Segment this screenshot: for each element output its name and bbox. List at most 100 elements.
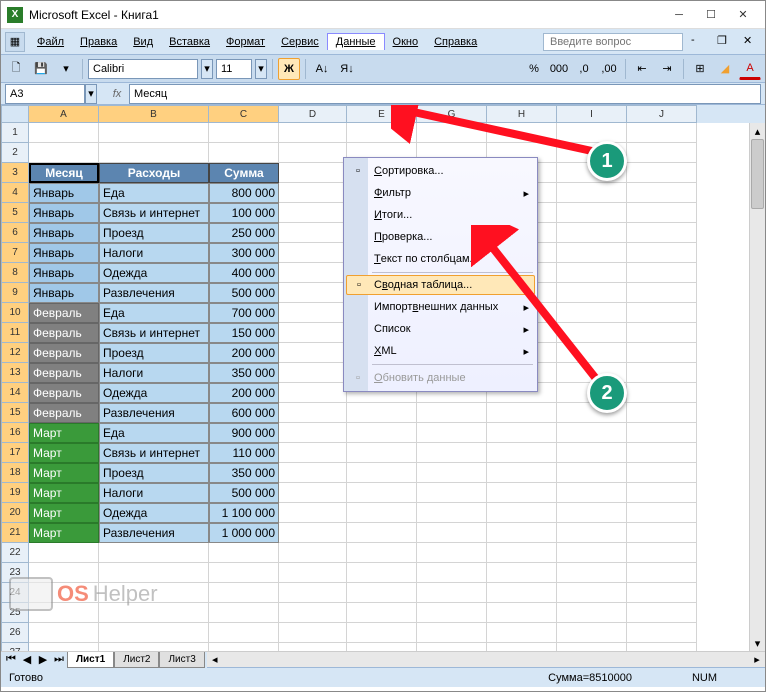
- cell[interactable]: [347, 643, 417, 651]
- cell-month[interactable]: Март: [29, 483, 99, 503]
- cell[interactable]: [627, 583, 697, 603]
- borders-icon[interactable]: ⊞: [689, 58, 711, 80]
- header-month[interactable]: Месяц: [29, 163, 99, 183]
- row-header-9[interactable]: 9: [1, 283, 29, 303]
- row-header-6[interactable]: 6: [1, 223, 29, 243]
- scroll-left-icon[interactable]: ◂: [207, 653, 223, 667]
- cell[interactable]: [417, 483, 487, 503]
- cell[interactable]: [417, 563, 487, 583]
- column-header-I[interactable]: I: [557, 105, 627, 123]
- row-header-13[interactable]: 13: [1, 363, 29, 383]
- menu-format[interactable]: Формат: [218, 34, 273, 50]
- column-header-J[interactable]: J: [627, 105, 697, 123]
- scroll-down-icon[interactable]: ▾: [750, 635, 765, 651]
- cell-month[interactable]: Январь: [29, 203, 99, 223]
- decrease-decimal-icon[interactable]: ,0: [573, 58, 595, 80]
- cell[interactable]: [487, 123, 557, 143]
- font-name-selector[interactable]: Calibri: [88, 59, 198, 79]
- column-header-C[interactable]: C: [209, 105, 279, 123]
- cell[interactable]: [487, 523, 557, 543]
- cell-sum[interactable]: 800 000: [209, 183, 279, 203]
- cell-expense[interactable]: Проезд: [99, 463, 209, 483]
- increase-indent-icon[interactable]: ⇥: [656, 58, 678, 80]
- cell[interactable]: [347, 523, 417, 543]
- row-header-5[interactable]: 5: [1, 203, 29, 223]
- menu-item--[interactable]: Фильтр▸: [346, 182, 535, 204]
- cell-sum[interactable]: 600 000: [209, 403, 279, 423]
- cell[interactable]: [557, 123, 627, 143]
- cell-month[interactable]: Январь: [29, 283, 99, 303]
- cell-expense[interactable]: Одежда: [99, 263, 209, 283]
- cell-sum[interactable]: 300 000: [209, 243, 279, 263]
- cell-expense[interactable]: Связь и интернет: [99, 203, 209, 223]
- cell[interactable]: [627, 143, 697, 163]
- first-sheet-icon[interactable]: ⏮: [3, 653, 19, 667]
- header-sum[interactable]: Сумма: [209, 163, 279, 183]
- save-icon[interactable]: 💾: [30, 58, 52, 80]
- menu-item--[interactable]: Список▸: [346, 318, 535, 340]
- cell[interactable]: [627, 163, 697, 183]
- cell[interactable]: [347, 403, 417, 423]
- cell[interactable]: [557, 603, 627, 623]
- cell[interactable]: [279, 623, 347, 643]
- cell[interactable]: [487, 603, 557, 623]
- cell-month[interactable]: Март: [29, 463, 99, 483]
- cell[interactable]: [347, 563, 417, 583]
- menu-item--[interactable]: ▫Сводная таблица...: [346, 275, 535, 295]
- menu-tools[interactable]: Сервис: [273, 34, 327, 50]
- cell[interactable]: [99, 643, 209, 651]
- cell[interactable]: [627, 303, 697, 323]
- cell[interactable]: [487, 463, 557, 483]
- cell[interactable]: [279, 323, 347, 343]
- cell[interactable]: [557, 483, 627, 503]
- cell-sum[interactable]: 200 000: [209, 343, 279, 363]
- sheet-tab-3[interactable]: Лист3: [159, 652, 204, 668]
- cell-expense[interactable]: Одежда: [99, 383, 209, 403]
- cell[interactable]: [279, 263, 347, 283]
- cell-sum[interactable]: 350 000: [209, 363, 279, 383]
- cell[interactable]: [627, 363, 697, 383]
- cell-month[interactable]: Февраль: [29, 363, 99, 383]
- scroll-thumb[interactable]: [751, 139, 764, 209]
- cell[interactable]: [557, 523, 627, 543]
- sheet-tab-2[interactable]: Лист2: [114, 652, 159, 668]
- cell-expense[interactable]: Связь и интернет: [99, 323, 209, 343]
- cell[interactable]: [347, 543, 417, 563]
- cell-month[interactable]: Март: [29, 423, 99, 443]
- new-doc-icon[interactable]: 🗋: [5, 58, 27, 80]
- menu-insert[interactable]: Вставка: [161, 34, 218, 50]
- doc-restore-button[interactable]: ❐: [717, 34, 735, 50]
- horizontal-scrollbar[interactable]: [323, 653, 749, 667]
- menu-view[interactable]: Вид: [125, 34, 161, 50]
- cell[interactable]: [209, 603, 279, 623]
- menu-edit[interactable]: Правка: [72, 34, 125, 50]
- menu-item--[interactable]: Проверка...: [346, 226, 535, 248]
- cell[interactable]: [627, 503, 697, 523]
- cell[interactable]: [417, 603, 487, 623]
- cell[interactable]: [347, 483, 417, 503]
- cell-sum[interactable]: 350 000: [209, 463, 279, 483]
- cell[interactable]: [627, 223, 697, 243]
- cell[interactable]: [557, 243, 627, 263]
- menu-item--[interactable]: Текст по столбцам...: [346, 248, 535, 270]
- cell[interactable]: [627, 243, 697, 263]
- cell[interactable]: [29, 623, 99, 643]
- cell[interactable]: [29, 123, 99, 143]
- cell[interactable]: [557, 323, 627, 343]
- cell[interactable]: [209, 143, 279, 163]
- cell-sum[interactable]: 1 100 000: [209, 503, 279, 523]
- percent-icon[interactable]: %: [523, 58, 545, 80]
- cell[interactable]: [209, 623, 279, 643]
- cell[interactable]: [347, 123, 417, 143]
- cell[interactable]: [557, 583, 627, 603]
- cell[interactable]: [557, 203, 627, 223]
- column-header-H[interactable]: H: [487, 105, 557, 123]
- cell-expense[interactable]: Проезд: [99, 223, 209, 243]
- fx-icon[interactable]: fx: [105, 88, 129, 100]
- cell-month[interactable]: Март: [29, 443, 99, 463]
- name-box[interactable]: A3: [5, 84, 85, 104]
- cell-expense[interactable]: Налоги: [99, 243, 209, 263]
- cell[interactable]: [557, 443, 627, 463]
- cell-expense[interactable]: Еда: [99, 423, 209, 443]
- cell-expense[interactable]: Одежда: [99, 503, 209, 523]
